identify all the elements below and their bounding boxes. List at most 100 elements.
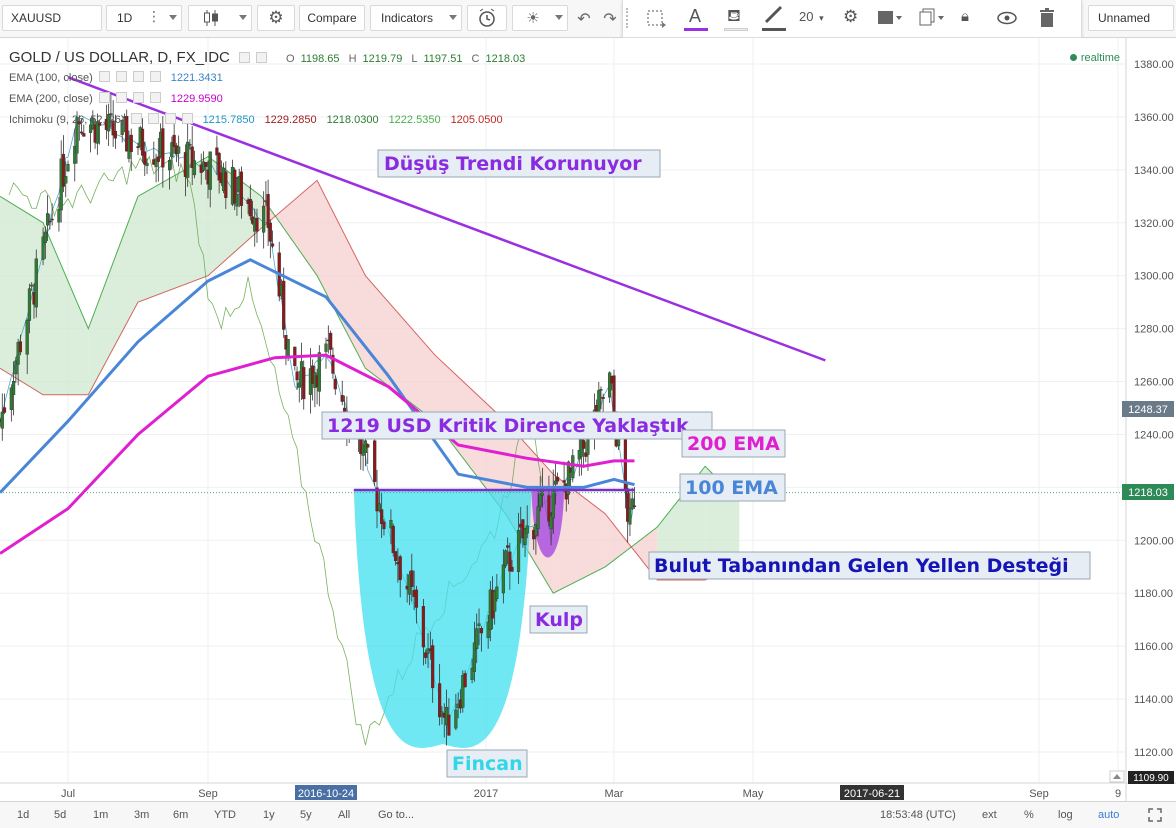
ext-toggle[interactable]: ext xyxy=(982,807,997,823)
indicators-button[interactable]: Indicators xyxy=(370,5,462,31)
candle-down xyxy=(431,645,435,689)
candle-down xyxy=(479,627,483,634)
candle-down xyxy=(224,171,228,199)
clone-icon[interactable] xyxy=(919,8,945,28)
line-color-button[interactable] xyxy=(761,4,787,32)
candle-up xyxy=(27,288,32,321)
price-tick-label: 1200.00 xyxy=(1134,535,1174,547)
indicator-close-icon[interactable] xyxy=(149,71,161,82)
ema100-annotation[interactable]: 100 EMA xyxy=(679,473,786,502)
legend-gear-icon[interactable] xyxy=(255,52,267,63)
log-toggle[interactable]: log xyxy=(1058,807,1073,823)
text-color-button[interactable]: A xyxy=(683,4,709,32)
candle-down xyxy=(50,218,54,221)
chart-svg[interactable]: 1120.001140.001160.001180.001200.001220.… xyxy=(0,38,1176,801)
settings-button[interactable]: ⚙ xyxy=(257,5,295,31)
range-button-1m[interactable]: 1m xyxy=(93,807,108,823)
percent-toggle[interactable]: % xyxy=(1024,807,1034,823)
range-button-1y[interactable]: 1y xyxy=(263,807,275,823)
candle-down xyxy=(329,332,333,350)
candle-down xyxy=(562,480,566,483)
trend-annotation[interactable]: Düşüş Trendi Korunuyor xyxy=(377,149,661,178)
range-button-3m[interactable]: 3m xyxy=(134,807,149,823)
template-icon[interactable] xyxy=(877,8,903,28)
indicator-eye-icon[interactable] xyxy=(98,92,110,103)
candle-down xyxy=(266,194,270,228)
price-chart[interactable]: 1120.001140.001160.001180.001200.001220.… xyxy=(0,38,1176,801)
candle-down xyxy=(414,589,419,608)
indicator-plus-icon[interactable] xyxy=(164,113,176,124)
replay-button[interactable]: ☀ xyxy=(512,5,568,31)
ema100-annotation-text: 100 EMA xyxy=(685,477,778,499)
range-button-5y[interactable]: 5y xyxy=(300,807,312,823)
interval-selector[interactable]: 1D ⋮ xyxy=(106,5,182,31)
candle-down xyxy=(333,378,337,390)
compare-button[interactable]: Compare xyxy=(299,5,365,31)
candle-up xyxy=(192,160,197,176)
redo-button[interactable]: ↷ xyxy=(598,5,622,31)
alert-button[interactable] xyxy=(467,5,507,31)
range-button-5d[interactable]: 5d xyxy=(54,807,66,823)
range-button-6m[interactable]: 6m xyxy=(173,807,188,823)
indicator-plus-icon[interactable] xyxy=(132,71,144,82)
time-tick-label: Jul xyxy=(61,788,75,800)
auto-toggle[interactable]: auto xyxy=(1098,807,1119,823)
symbol-search[interactable]: XAUUSD xyxy=(2,5,102,31)
candle-up xyxy=(34,258,38,308)
paint-bucket-icon: ⛾ xyxy=(727,6,741,26)
candle-up xyxy=(57,209,61,223)
undo-icon: ↶ xyxy=(577,8,591,28)
legend-eye-icon[interactable] xyxy=(238,52,250,63)
lock-icon[interactable]: 🔒︎ xyxy=(961,7,969,25)
indicator-close-icon[interactable] xyxy=(149,92,161,103)
candle-down xyxy=(463,673,467,688)
chart-style-button[interactable] xyxy=(188,5,252,31)
line-width-selector[interactable]: 20 ▾ xyxy=(799,9,835,27)
trash-icon[interactable] xyxy=(1039,8,1055,28)
chevron-down-icon xyxy=(555,15,563,20)
candle-down xyxy=(270,243,275,247)
indicator-close-icon[interactable] xyxy=(181,113,193,124)
indicator-gear-icon[interactable] xyxy=(115,71,127,82)
range-button-all[interactable]: All xyxy=(338,807,350,823)
indicator-eye-icon[interactable] xyxy=(98,71,110,82)
indicator-plus-icon[interactable] xyxy=(132,92,144,103)
candle-up xyxy=(317,352,321,392)
lightbulb-icon: ☀ xyxy=(526,9,540,27)
chevron-down-icon xyxy=(449,15,457,20)
range-button-ytd[interactable]: YTD xyxy=(214,807,236,823)
fullscreen-icon[interactable] xyxy=(1148,808,1162,822)
layout-button[interactable]: Unnamed xyxy=(1088,5,1174,31)
resistance-annotation[interactable]: 1219 USD Kritik Dirence Yaklaştık xyxy=(321,411,713,440)
range-button-1d[interactable]: 1d xyxy=(17,807,29,823)
indicator-name: EMA (100, close) xyxy=(9,72,93,84)
candle-down xyxy=(156,156,160,162)
candle-up xyxy=(516,529,521,572)
cloud-support-annotation[interactable]: Bulut Tabanından Gelen Yellen Desteği xyxy=(648,551,1091,580)
eye-icon[interactable] xyxy=(997,11,1017,25)
goto-button[interactable]: Go to... xyxy=(378,807,414,823)
indicator-name: Ichimoku (9, 26, 52, 26) xyxy=(9,114,125,126)
handle-annotation[interactable]: Kulp xyxy=(529,605,588,634)
scroll-right-button[interactable] xyxy=(1109,770,1125,783)
indicator-gear-icon[interactable] xyxy=(115,92,127,103)
ema200-annotation[interactable]: 200 EMA xyxy=(681,429,786,458)
drag-handle[interactable] xyxy=(626,8,632,28)
trend-annotation-text: Düşüş Trendi Korunuyor xyxy=(384,153,642,175)
select-rect-icon[interactable] xyxy=(645,7,667,29)
candle-up xyxy=(177,146,181,154)
text-a-icon: A xyxy=(689,6,702,26)
undo-button[interactable]: ↶ xyxy=(572,5,596,31)
price-tick-label: 1260.00 xyxy=(1134,377,1174,389)
gear-icon[interactable]: ⚙ xyxy=(843,7,858,27)
indicator-eye-icon[interactable] xyxy=(130,113,142,124)
fill-color-button[interactable]: ⛾ xyxy=(723,4,749,32)
handle-annotation-text: Kulp xyxy=(535,609,583,631)
candle-up xyxy=(262,205,266,233)
indicator-gear-icon[interactable] xyxy=(147,113,159,124)
candle-up xyxy=(571,455,575,479)
cup-annotation[interactable]: Fincan xyxy=(446,749,528,778)
ema200-annotation-text: 200 EMA xyxy=(687,433,780,455)
ohlc-o-label: O xyxy=(286,53,295,65)
time-tick-label: Sep xyxy=(1029,788,1049,800)
